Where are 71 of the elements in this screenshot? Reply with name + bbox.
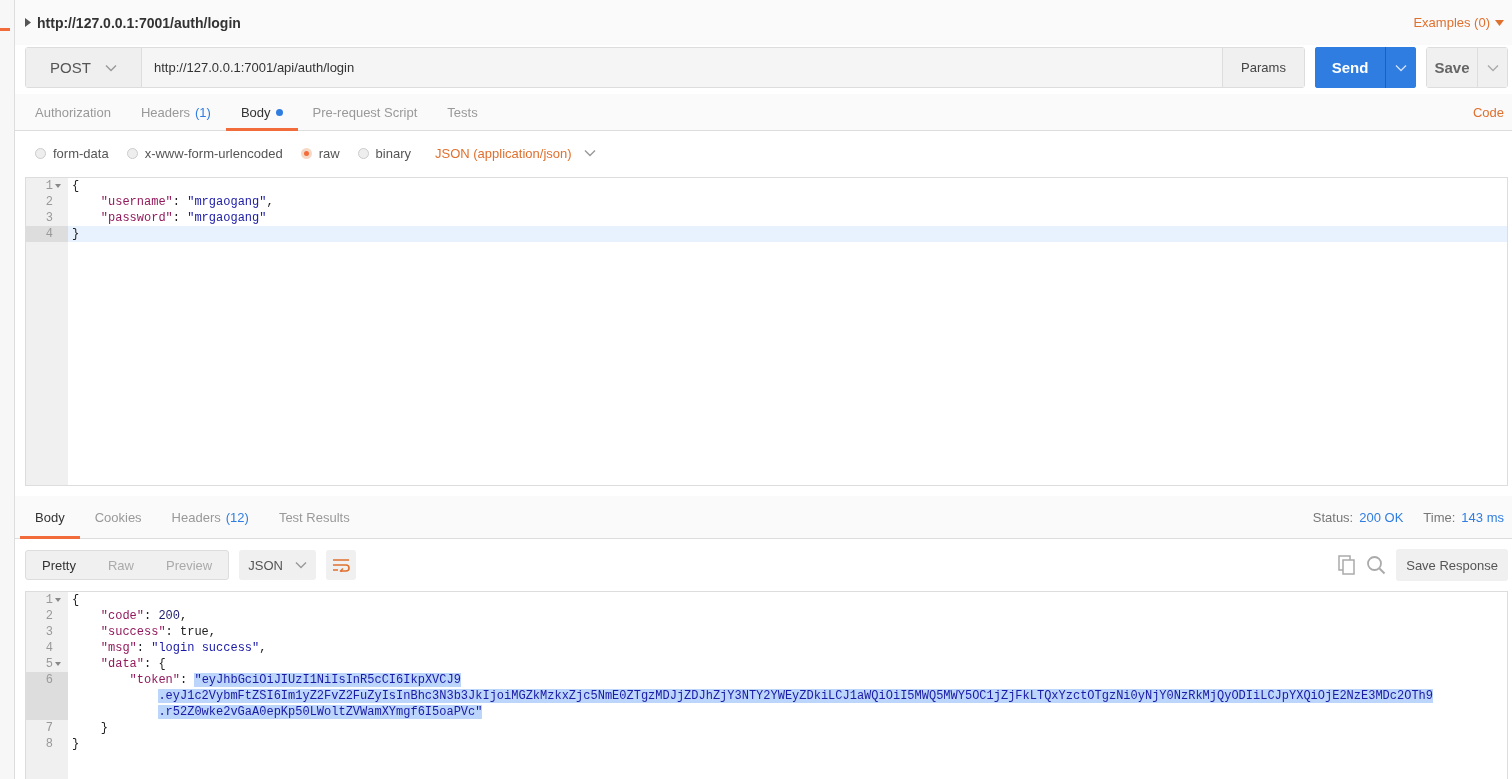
save-response-button[interactable]: Save Response [1396, 549, 1508, 581]
line-number: 8 [26, 736, 68, 752]
body-mode-option[interactable]: binary [357, 145, 411, 161]
active-tab-marker [0, 28, 10, 31]
format-dropdown[interactable]: JSON [239, 550, 316, 580]
body-mode-option[interactable]: raw [300, 145, 340, 161]
fold-caret-icon[interactable] [55, 598, 61, 602]
view-mode-tab[interactable]: Pretty [26, 551, 92, 579]
fold-caret-icon[interactable] [55, 662, 61, 666]
line-number: 2 [26, 194, 68, 210]
code-line: } [99, 720, 109, 736]
body-type-dropdown[interactable]: JSON (application/json) [429, 144, 602, 162]
line-number: 4 [26, 226, 68, 242]
line-number: 1 [26, 592, 68, 608]
chevron-down-icon [104, 63, 117, 72]
status-label: Status: [1312, 509, 1354, 525]
params-button[interactable]: Params [1222, 48, 1304, 87]
tab[interactable]: Pre-request Script [297, 94, 433, 131]
line-number: 1 [26, 178, 68, 194]
line-number: 7 [26, 720, 68, 736]
code-line: "code": 200, [99, 608, 189, 624]
code-link[interactable]: Code [1472, 104, 1504, 120]
send-options-button[interactable] [1385, 47, 1416, 88]
line-number-gutter [26, 752, 68, 779]
code-line: "password": "mrgaogang" [99, 210, 268, 226]
time-label: Time: [1423, 509, 1456, 525]
code-line: "username": "mrgaogang", [99, 194, 275, 210]
chevron-down-icon [1395, 63, 1407, 72]
code-line: { [71, 592, 81, 608]
tab[interactable]: Test Results [263, 496, 365, 539]
tab[interactable]: Authorization [20, 94, 126, 131]
code-line: "token": "eyJhbGciOiJIUzI1NiIsInR5cCI6IkpXVCJ9 .eyJ1c2VybmFtZSI6Im1yZ2FvZ2FuZyIsInBhc3N3b3JkIjoiMGZkMzkxZjc5NmE0ZTgzMDJjZDJhZjY3NTY2YWEyZDkiLCJ1aWQiOiI5MWQ5MWY5OC1jZjFkLTQxYzctOTgzNi0yNjY0NzRkMjQyODIiLCJpYXQiOjE2NzE3MDc2OTh9 .r52Z0wke2vGaA0epKp50LWoltZVWamXYmgf6I5oaPVc" [128, 672, 1435, 720]
line-number: 2 [26, 608, 68, 624]
status-value: 200 OK [1359, 509, 1404, 525]
code-line: } [71, 736, 81, 752]
line-number: 6 [26, 672, 68, 720]
radio-button[interactable] [357, 147, 369, 159]
line-number: 3 [26, 624, 68, 640]
examples-link[interactable]: Examples (0) [1413, 15, 1490, 30]
wrap-lines-button[interactable] [325, 550, 356, 580]
caret-right-icon[interactable] [25, 18, 31, 27]
chevron-down-icon [1486, 63, 1499, 72]
code-line: "msg": "login success", [99, 640, 268, 656]
tab[interactable]: Body [20, 496, 80, 539]
body-mode-option[interactable]: form-data [35, 145, 109, 161]
chevron-down-icon [583, 149, 596, 157]
line-number: 5 [26, 656, 68, 672]
fold-caret-icon[interactable] [55, 184, 61, 188]
radio-button[interactable] [126, 147, 138, 159]
radio-button[interactable] [300, 147, 312, 159]
line-number: 3 [26, 210, 68, 226]
caret-down-icon[interactable] [1495, 19, 1504, 26]
tab[interactable]: Tests [432, 94, 493, 131]
chevron-down-icon [294, 561, 307, 569]
tab[interactable]: Body [225, 94, 298, 131]
copy-icon[interactable] [1338, 555, 1357, 575]
code-line: { [71, 178, 81, 194]
tab[interactable]: Cookies [79, 496, 157, 539]
code-line: "success": true, [99, 624, 218, 640]
url-field[interactable]: http://127.0.0.1:7001/api/auth/login [142, 48, 1222, 87]
tab[interactable]: Headers (12) [156, 496, 264, 539]
radio-button[interactable] [35, 147, 46, 159]
tab[interactable]: Headers (1) [125, 94, 226, 131]
request-name[interactable]: http://127.0.0.1:7001/auth/login [37, 14, 241, 31]
search-icon[interactable] [1366, 555, 1387, 575]
wrap-lines-icon [331, 558, 350, 572]
line-number: 4 [26, 640, 68, 656]
time-value: 143 ms [1461, 509, 1504, 525]
body-mode-option[interactable]: x-www-form-urlencoded [126, 145, 283, 161]
code-line: "data": { [99, 656, 167, 672]
method-dropdown[interactable]: POST [26, 48, 142, 87]
